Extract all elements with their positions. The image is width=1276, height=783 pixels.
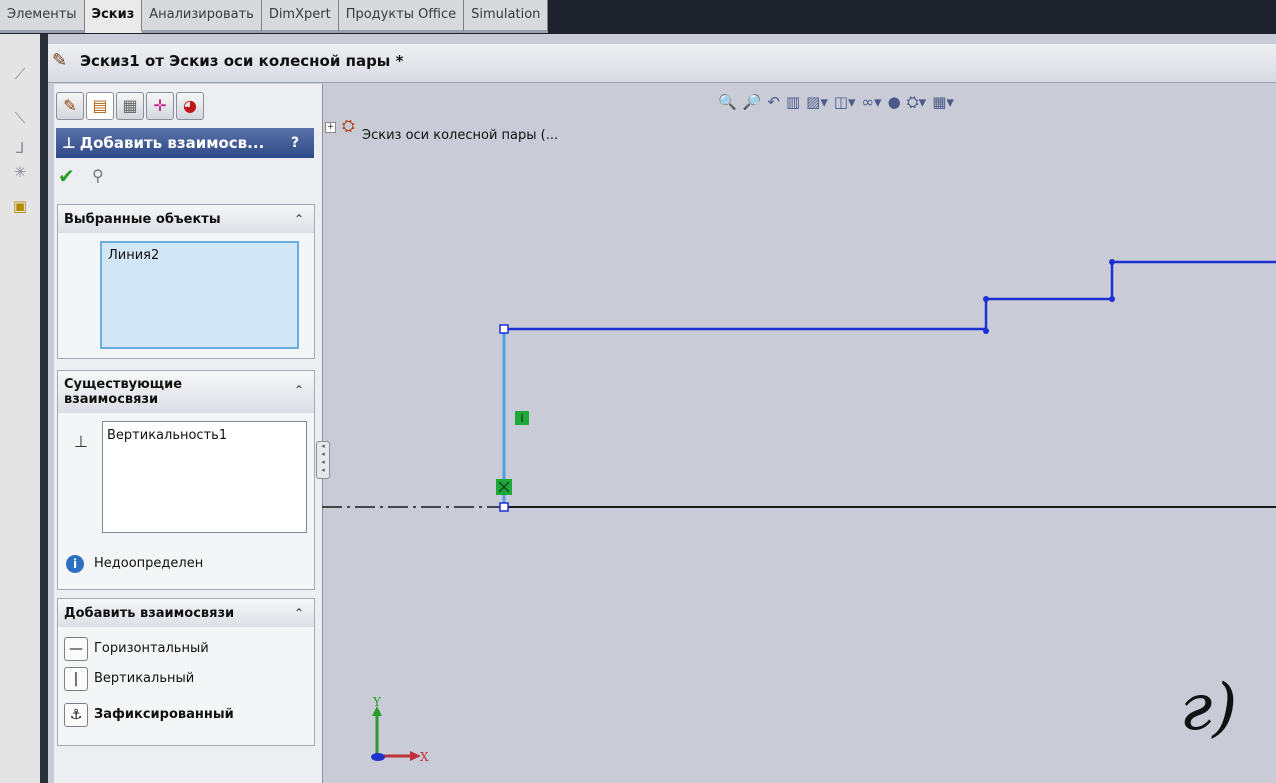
sketch-point[interactable] [983,328,989,334]
endpoint-handle[interactable] [499,324,509,334]
figure-label: г) [1180,671,1238,745]
sketch-geometry: Y X [322,259,1276,764]
sketch-point[interactable] [983,296,989,302]
profile-line[interactable] [504,260,1276,331]
endpoint-handle[interactable] [499,502,509,512]
sketch-point[interactable] [1109,296,1115,302]
triad-x-label: X [420,750,429,764]
triad-origin [371,753,385,761]
sketch-point[interactable] [1109,259,1115,265]
triad-y-label: Y [372,695,382,709]
